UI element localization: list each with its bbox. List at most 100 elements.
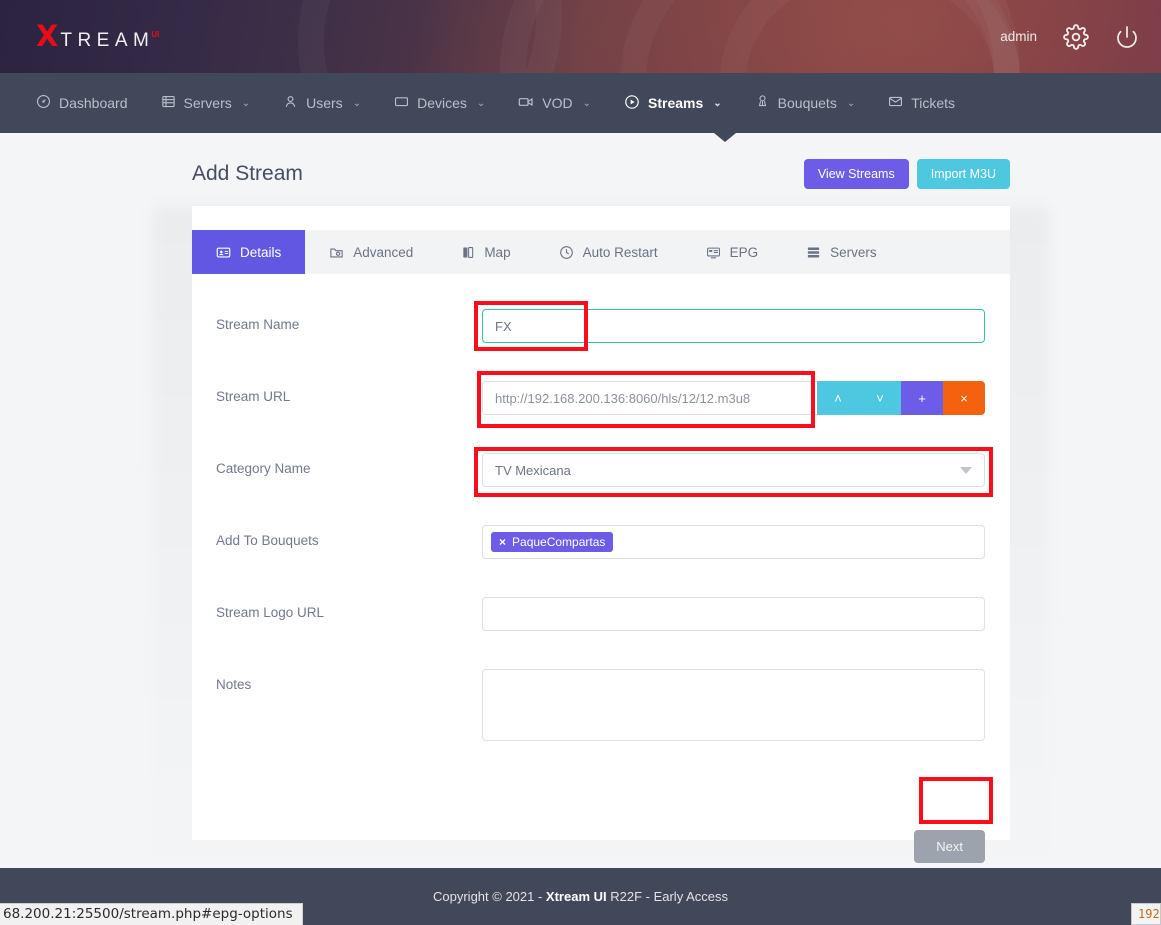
tab-label: Advanced xyxy=(353,245,413,260)
tab-label: Map xyxy=(484,245,510,260)
add-to-bouquets-label: Add To Bouquets xyxy=(192,525,482,548)
nav-item-dashboard[interactable]: Dashboard xyxy=(36,94,128,112)
chevron-down-icon: ⌄ xyxy=(477,98,485,109)
tab-label: Auto Restart xyxy=(583,245,658,260)
remove-url-button[interactable]: × xyxy=(943,381,985,415)
browser-status-bar-url: 68.200.21:25500/stream.php#epg-options xyxy=(0,903,303,925)
nav-label: Tickets xyxy=(911,95,955,111)
logo-text: TREAM xyxy=(60,31,154,50)
form-row-category-name: Category Name TV Mexicana xyxy=(192,453,1010,487)
logo-x-icon: X xyxy=(36,22,58,51)
dashboard-icon xyxy=(36,94,51,112)
move-up-button[interactable]: ˄ xyxy=(817,381,859,415)
logo-superscript: UI xyxy=(151,30,159,39)
top-header-bar: X TREAM UI admin xyxy=(0,0,1161,73)
stream-icon xyxy=(624,94,640,113)
page-title: Add Stream xyxy=(192,162,303,186)
nav-label: Devices xyxy=(417,95,467,111)
user-icon xyxy=(283,94,298,112)
tab-advanced[interactable]: Advanced xyxy=(305,230,437,274)
header-decoration xyxy=(720,0,1020,73)
tab-map[interactable]: Map xyxy=(437,230,534,274)
brand-logo[interactable]: X TREAM UI xyxy=(36,22,162,51)
chevron-down-icon xyxy=(960,467,972,474)
stream-logo-url-input[interactable] xyxy=(482,597,985,631)
import-m3u-button[interactable]: Import M3U xyxy=(917,159,1010,189)
tv-guide-icon xyxy=(706,245,721,260)
device-icon xyxy=(394,94,409,112)
tab-label: EPG xyxy=(730,245,759,260)
tab-label: Details xyxy=(240,245,281,260)
nav-item-devices[interactable]: Devices ⌄ xyxy=(394,94,485,112)
chevron-down-icon: ⌄ xyxy=(847,98,855,109)
form-row-stream-url: Stream URL ˄ ˅ + × xyxy=(192,381,1010,415)
move-down-button[interactable]: ˅ xyxy=(859,381,901,415)
bouquet-tag-label: PaqueCompartas xyxy=(512,535,605,549)
header-decoration xyxy=(260,0,600,73)
clock-icon xyxy=(559,245,574,260)
copyright-text: Copyright © 2021 - Xtream UI R22F - Earl… xyxy=(433,889,728,904)
chevron-down-icon: ⌄ xyxy=(713,98,721,109)
copyright-suffix: R22F - Early Access xyxy=(607,889,728,904)
page-header: Add Stream View Streams Import M3U xyxy=(192,148,1010,200)
next-button[interactable]: Next xyxy=(914,830,985,863)
id-card-icon xyxy=(216,245,231,260)
form-row-stream-logo-url: Stream Logo URL xyxy=(192,597,1010,631)
nav-label: Bouquets xyxy=(778,95,837,111)
tab-servers[interactable]: Servers xyxy=(782,230,901,274)
bouquets-tag-input[interactable]: × PaqueCompartas xyxy=(482,525,985,559)
app-root: X TREAM UI admin xyxy=(0,0,1161,925)
nav-label: Streams xyxy=(648,95,703,111)
bouquet-tag[interactable]: × PaqueCompartas xyxy=(491,532,613,552)
form-tabs: Details Advanced Map xyxy=(192,230,1010,274)
nav-item-users[interactable]: Users ⌄ xyxy=(283,94,361,112)
nav-item-streams[interactable]: Streams ⌄ xyxy=(624,94,722,113)
power-icon[interactable] xyxy=(1115,25,1139,49)
stream-url-group: ˄ ˅ + × xyxy=(482,381,985,415)
chevron-down-icon: ⌄ xyxy=(353,98,361,109)
tab-label: Servers xyxy=(830,245,877,260)
add-stream-form: Stream Name Stream URL ˄ ˅ + × xyxy=(192,274,1010,746)
gear-icon[interactable] xyxy=(1063,24,1089,50)
tab-epg[interactable]: EPG xyxy=(682,230,783,274)
category-name-label: Category Name xyxy=(192,453,482,476)
form-row-notes: Notes xyxy=(192,669,1010,746)
notes-textarea[interactable] xyxy=(482,669,985,741)
corner-address-chip: 192 xyxy=(1131,903,1161,925)
tab-details[interactable]: Details xyxy=(192,230,305,274)
remove-tag-icon[interactable]: × xyxy=(499,535,506,549)
chevron-down-icon: ⌄ xyxy=(583,98,591,109)
server-rack-icon xyxy=(806,245,821,260)
main-navigation: Dashboard Servers ⌄ Users ⌄ xyxy=(0,73,1161,133)
view-streams-button[interactable]: View Streams xyxy=(804,159,909,189)
nav-label: Servers xyxy=(184,95,232,111)
copyright-prefix: Copyright © 2021 - xyxy=(433,889,546,904)
notes-label: Notes xyxy=(192,669,482,692)
book-icon xyxy=(461,245,475,260)
folder-gear-icon xyxy=(329,245,344,260)
copyright-brand: Xtream UI xyxy=(546,889,607,904)
form-row-stream-name: Stream Name xyxy=(192,309,1010,343)
video-icon xyxy=(518,94,534,113)
nav-label: Dashboard xyxy=(59,95,128,111)
tab-auto-restart[interactable]: Auto Restart xyxy=(535,230,682,274)
form-footer-actions: Next xyxy=(192,830,1010,863)
nav-item-vod[interactable]: VOD ⌄ xyxy=(518,94,591,113)
header-actions: admin xyxy=(1000,0,1139,73)
mail-icon xyxy=(888,94,903,112)
nav-item-tickets[interactable]: Tickets xyxy=(888,94,955,112)
add-url-button[interactable]: + xyxy=(901,381,943,415)
admin-username[interactable]: admin xyxy=(1000,29,1037,44)
form-row-add-to-bouquets: Add To Bouquets × PaqueCompartas xyxy=(192,525,1010,559)
stream-url-input[interactable] xyxy=(482,381,817,415)
category-name-select[interactable]: TV Mexicana xyxy=(482,453,985,487)
chevron-down-icon: ⌄ xyxy=(242,98,250,109)
page-header-actions: View Streams Import M3U xyxy=(804,159,1010,189)
stream-name-input[interactable] xyxy=(482,309,985,343)
active-nav-indicator xyxy=(714,133,736,142)
category-name-value: TV Mexicana xyxy=(495,463,571,478)
bouquet-icon xyxy=(755,94,770,112)
add-stream-card: Details Advanced Map xyxy=(192,206,1010,840)
nav-item-bouquets[interactable]: Bouquets ⌄ xyxy=(755,94,856,112)
nav-item-servers[interactable]: Servers ⌄ xyxy=(161,94,251,112)
